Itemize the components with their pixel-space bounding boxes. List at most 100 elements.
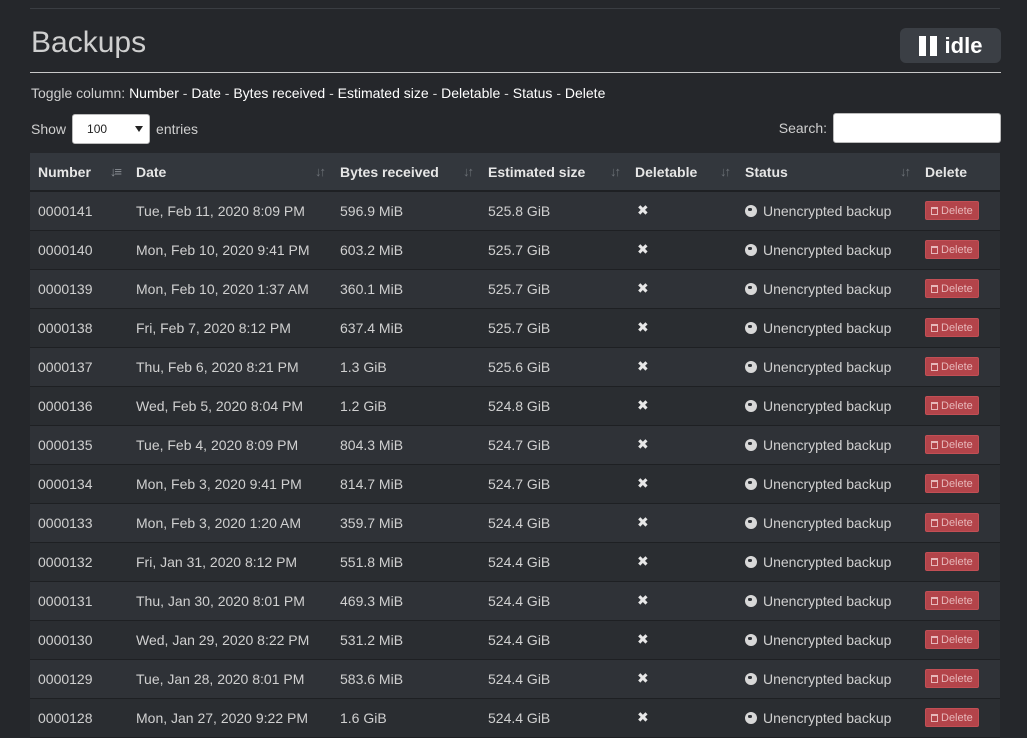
toggle-prefix: Toggle column: <box>31 85 126 101</box>
globe-icon <box>745 672 757 685</box>
x-icon: ✖ <box>637 592 649 608</box>
delete-button[interactable]: Delete <box>925 396 979 415</box>
delete-button-label: Delete <box>941 516 973 529</box>
cell-status: Unencrypted backup <box>737 308 917 347</box>
search-input[interactable] <box>833 113 1001 143</box>
delete-button[interactable]: Delete <box>925 474 979 493</box>
delete-button[interactable]: Delete <box>925 435 979 454</box>
delete-button[interactable]: Delete <box>925 669 979 688</box>
cell-deletable: ✖ <box>627 347 737 386</box>
cell-estimated-size: 524.7 GiB <box>488 475 551 492</box>
cell-date: Mon, Feb 10, 2020 1:37 AM <box>136 280 309 297</box>
entries-select[interactable]: 100 <box>72 114 151 144</box>
status-text: Unencrypted backup <box>763 553 892 570</box>
toggle-deletable[interactable]: Deletable <box>441 85 500 101</box>
delete-button[interactable]: Delete <box>925 513 979 532</box>
delete-button-label: Delete <box>941 282 973 295</box>
delete-button[interactable]: Delete <box>925 552 979 571</box>
delete-button[interactable]: Delete <box>925 591 979 610</box>
status-text: Unencrypted backup <box>763 592 892 609</box>
trash-icon <box>931 557 938 566</box>
cell-estimated-size: 525.8 GiB <box>488 202 551 219</box>
x-icon: ✖ <box>637 202 649 219</box>
show-label: Show <box>31 121 67 137</box>
trash-icon <box>931 518 938 527</box>
cell-deletable: ✖ <box>627 230 737 269</box>
trash-icon <box>931 323 938 332</box>
cell-estimated-size: 524.8 GiB <box>488 397 551 414</box>
column-header-estimated-size[interactable]: Estimated size ↓↑ <box>480 153 627 192</box>
globe-icon <box>745 321 757 334</box>
delete-button-label: Delete <box>941 204 973 217</box>
toggle-columns: Toggle column: Number - Date - Bytes rec… <box>31 85 606 101</box>
trash-icon <box>931 245 938 254</box>
globe-icon <box>745 360 757 373</box>
cell-status: Unencrypted backup <box>737 230 917 269</box>
table-row: 0000131 Thu, Jan 30, 2020 8:01 PM 469.3 Mi… <box>30 581 1000 620</box>
x-icon: ✖ <box>637 358 649 374</box>
table-body: 0000141 Tue, Feb 11, 2020 8:09 PM 596.9 Mi… <box>30 191 1000 737</box>
globe-icon <box>745 399 757 412</box>
column-header-deletable[interactable]: Deletable ↓↑ <box>627 153 737 192</box>
cell-number: 0000134 <box>38 475 93 492</box>
toggle-bytes-received[interactable]: Bytes received <box>233 85 325 101</box>
cell-number: 0000135 <box>38 436 93 453</box>
cell-bytes-received: 804.3 MiB <box>340 436 404 453</box>
globe-icon <box>745 594 757 607</box>
toggle-status[interactable]: Status <box>513 85 553 101</box>
cell-bytes-received: 1.3 GiB <box>340 358 387 375</box>
idle-status-button[interactable]: idle <box>900 28 1001 63</box>
cell-deletable: ✖ <box>627 620 737 659</box>
cell-number: 0000136 <box>38 397 93 414</box>
cell-deletable: ✖ <box>627 542 737 581</box>
cell-delete: Delete <box>917 386 1000 425</box>
delete-button[interactable]: Delete <box>925 630 979 649</box>
backups-table: Number ↓≡ Date ↓↑ Bytes received ↓↑ Estimat… <box>30 153 1000 738</box>
delete-button-label: Delete <box>941 360 973 373</box>
globe-icon <box>745 438 757 451</box>
delete-button[interactable]: Delete <box>925 201 979 221</box>
column-header-status[interactable]: Status ↓↑ <box>737 153 917 192</box>
delete-button[interactable]: Delete <box>925 357 979 376</box>
cell-status: Unencrypted backup <box>737 347 917 386</box>
cell-estimated-size: 525.6 GiB <box>488 358 551 375</box>
search-control: Search: <box>779 113 1001 143</box>
cell-number: 0000129 <box>38 670 93 687</box>
column-header-number[interactable]: Number ↓≡ <box>30 153 128 192</box>
x-icon: ✖ <box>637 280 649 296</box>
column-header-date[interactable]: Date ↓↑ <box>128 153 332 192</box>
cell-status: Unencrypted backup <box>737 698 917 737</box>
search-label: Search: <box>778 120 827 136</box>
cell-number: 0000128 <box>38 709 93 726</box>
delete-button[interactable]: Delete <box>925 708 979 727</box>
sort-icon: ↓↑ <box>463 164 474 179</box>
delete-button[interactable]: Delete <box>925 279 979 298</box>
x-icon: ✖ <box>637 397 649 413</box>
status-text: Unencrypted backup <box>763 358 892 375</box>
table-row: 0000140 Mon, Feb 10, 2020 9:41 PM 603.2 Mi… <box>30 230 1000 269</box>
delete-button-label: Delete <box>941 555 973 568</box>
x-icon: ✖ <box>637 436 649 452</box>
cell-estimated-size: 524.4 GiB <box>488 592 551 609</box>
cell-status: Unencrypted backup <box>737 659 917 698</box>
trash-icon <box>931 596 938 605</box>
toggle-estimated-size[interactable]: Estimated size <box>338 85 429 101</box>
cell-date: Tue, Feb 4, 2020 8:09 PM <box>136 436 299 453</box>
cell-date: Thu, Feb 6, 2020 8:21 PM <box>136 358 299 375</box>
cell-delete: Delete <box>917 347 1000 386</box>
cell-delete: Delete <box>917 191 1000 230</box>
cell-deletable: ✖ <box>627 659 737 698</box>
toggle-delete[interactable]: Delete <box>565 85 605 101</box>
status-text: Unencrypted backup <box>763 631 892 648</box>
table-row: 0000136 Wed, Feb 5, 2020 8:04 PM 1.2 GiB 52… <box>30 386 1000 425</box>
column-header-bytes-received[interactable]: Bytes received ↓↑ <box>332 153 480 192</box>
cell-bytes-received: 603.2 MiB <box>340 241 404 258</box>
toggle-number[interactable]: Number <box>129 85 179 101</box>
delete-button[interactable]: Delete <box>925 240 979 259</box>
toggle-date[interactable]: Date <box>191 85 221 101</box>
x-icon: ✖ <box>637 553 649 569</box>
delete-button[interactable]: Delete <box>925 318 979 337</box>
cell-bytes-received: 1.2 GiB <box>340 397 387 414</box>
cell-bytes-received: 596.9 MiB <box>340 202 404 219</box>
cell-status: Unencrypted backup <box>737 464 917 503</box>
